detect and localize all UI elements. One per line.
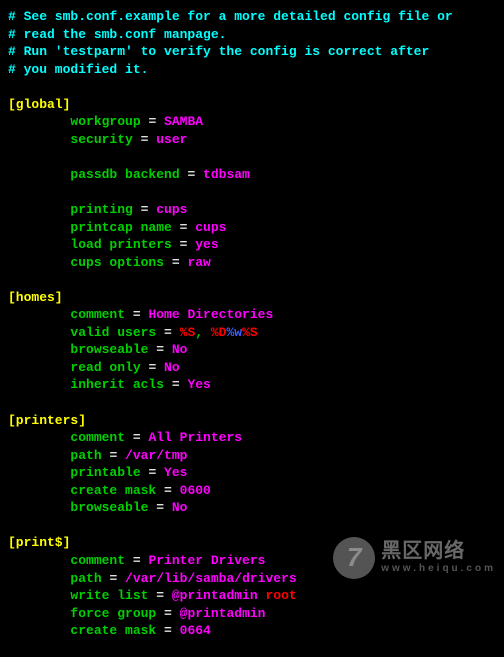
config-entry: printing = cups bbox=[8, 201, 496, 219]
config-entry: path = /var/lib/samba/drivers bbox=[8, 570, 496, 588]
config-entry: cups options = raw bbox=[8, 254, 496, 272]
config-entry: inherit acls = Yes bbox=[8, 376, 496, 394]
config-entry: security = user bbox=[8, 131, 496, 149]
config-file-view: # See smb.conf.example for a more detail… bbox=[8, 8, 496, 657]
config-entry: comment = Home Directories bbox=[8, 306, 496, 324]
config-entry: printcap name = cups bbox=[8, 219, 496, 237]
config-entry: comment = Printer Drivers bbox=[8, 552, 496, 570]
config-entry: force group = @printadmin bbox=[8, 605, 496, 623]
config-entry: create mask = 0600 bbox=[8, 482, 496, 500]
config-entry: printable = Yes bbox=[8, 464, 496, 482]
comment-line: # Run 'testparm' to verify the config is… bbox=[8, 43, 496, 61]
section-header: [printers] bbox=[8, 412, 496, 430]
config-entry: write list = @printadmin root bbox=[8, 587, 496, 605]
config-entry: valid users = %S, %D%w%S bbox=[8, 324, 496, 342]
config-entry: load printers = yes bbox=[8, 236, 496, 254]
blank-line bbox=[8, 517, 496, 535]
blank-line bbox=[8, 394, 496, 412]
comment-line: # See smb.conf.example for a more detail… bbox=[8, 8, 496, 26]
comment-line: # you modified it. bbox=[8, 61, 496, 79]
config-entry: browseable = No bbox=[8, 499, 496, 517]
config-entry: workgroup = SAMBA bbox=[8, 113, 496, 131]
config-entry: path = /var/tmp bbox=[8, 447, 496, 465]
config-entry: create mask = 0664 bbox=[8, 622, 496, 640]
config-entry: read only = No bbox=[8, 359, 496, 377]
blank-line bbox=[8, 183, 496, 201]
blank-line bbox=[8, 640, 496, 657]
config-entry: browseable = No bbox=[8, 341, 496, 359]
config-entry: comment = All Printers bbox=[8, 429, 496, 447]
config-entry: passdb backend = tdbsam bbox=[8, 166, 496, 184]
blank-line bbox=[8, 271, 496, 289]
section-header: [global] bbox=[8, 96, 496, 114]
comment-line: # read the smb.conf manpage. bbox=[8, 26, 496, 44]
section-header: [print$] bbox=[8, 534, 496, 552]
section-header: [homes] bbox=[8, 289, 496, 307]
blank-line bbox=[8, 78, 496, 96]
blank-line bbox=[8, 148, 496, 166]
